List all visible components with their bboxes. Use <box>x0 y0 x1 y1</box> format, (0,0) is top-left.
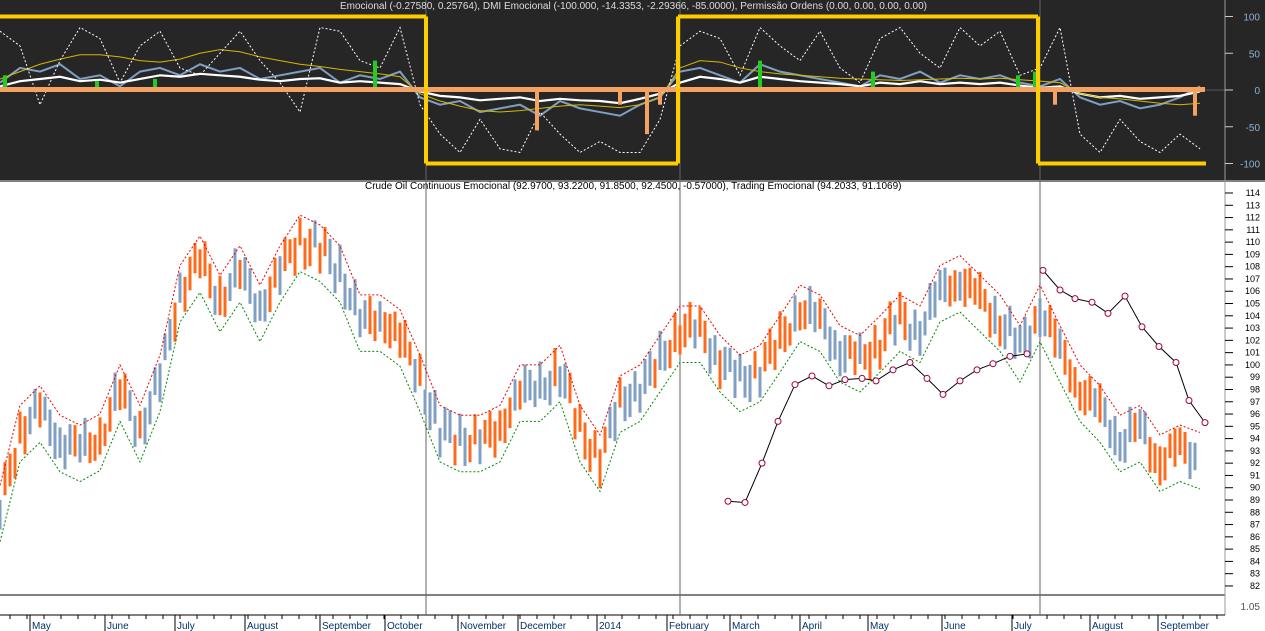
price-y-tick-label: 88 <box>1250 507 1260 517</box>
price-y-tick-label: 99 <box>1250 372 1260 382</box>
price-y-tick-label: 104 <box>1245 311 1260 321</box>
x-tick-label: 2014 <box>599 621 622 631</box>
trading-emocional-point <box>858 374 866 382</box>
x-tick-label: August <box>1092 621 1123 631</box>
x-tick-label: October <box>387 621 423 631</box>
price-y-tick-label: 84 <box>1250 556 1260 566</box>
price-y-tick-label: 108 <box>1245 262 1260 272</box>
x-tick-label: February <box>669 621 709 631</box>
price-y-tick-label: 101 <box>1245 348 1260 358</box>
trading-emocional-point <box>1201 419 1209 427</box>
price-y-tick-label: 110 <box>1246 237 1260 247</box>
price-y-tick-label: 114 <box>1246 188 1260 198</box>
trading-emocional-point <box>906 358 914 366</box>
price-y-tick-label: 97 <box>1250 397 1260 407</box>
trading-emocional-point <box>1172 358 1180 366</box>
x-tick-label: May <box>870 621 889 631</box>
histogram-bar <box>618 90 622 105</box>
price-y-tick-label: 100 <box>1245 360 1260 370</box>
oscillator-title: Emocional (-0.27580, 0.25764), DMI Emoci… <box>340 1 928 12</box>
price-y-tick-label: 82 <box>1250 581 1260 591</box>
trading-emocional-point <box>1071 295 1079 303</box>
x-tick-label: July <box>1014 621 1032 631</box>
price-y-tick-label: 87 <box>1250 520 1260 530</box>
price-y-tick-label: 111 <box>1246 225 1260 235</box>
x-tick-label: December <box>520 621 567 631</box>
osc-y-tick-label: 100 <box>1243 13 1260 24</box>
trading-emocional-point <box>956 377 964 385</box>
osc-y-tick-label: -100 <box>1240 160 1260 171</box>
trading-emocional-point <box>1023 350 1031 358</box>
price-y-tick-label: 98 <box>1250 384 1260 394</box>
orange-zero-band <box>0 87 1205 92</box>
trading-emocional-point <box>1056 286 1064 294</box>
trading-emocional-point <box>1006 352 1014 360</box>
trading-emocional-point <box>889 366 897 374</box>
price-y-tick-label: 92 <box>1250 458 1260 468</box>
trading-emocional-point <box>1039 266 1047 274</box>
x-tick-label: July <box>177 621 195 631</box>
trading-emocional-point <box>939 390 947 398</box>
price-y-tick-label: 103 <box>1245 323 1260 333</box>
price-y-tick-label: 91 <box>1250 470 1260 480</box>
price-y-tick-label: 112 <box>1246 213 1260 223</box>
histogram-bar <box>1053 90 1057 105</box>
histogram-bar <box>658 90 662 105</box>
lower-panel-label: 1.05 <box>1241 602 1261 613</box>
histogram-bar <box>645 90 649 135</box>
price-y-tick-label: 94 <box>1250 434 1260 444</box>
trading-emocional-point <box>741 498 749 506</box>
x-tick-label: June <box>944 621 966 631</box>
price-y-tick-label: 95 <box>1250 421 1260 431</box>
x-tick-label: June <box>107 621 129 631</box>
price-y-tick-label: 102 <box>1245 335 1260 345</box>
trading-emocional-point <box>1088 298 1096 306</box>
x-tick-label: November <box>460 621 507 631</box>
price-y-tick-label: 86 <box>1250 532 1260 542</box>
x-tick-label: April <box>802 621 822 631</box>
trading-emocional-point <box>724 497 732 505</box>
price-y-tick-label: 83 <box>1250 569 1260 579</box>
trading-emocional-point <box>973 366 981 374</box>
chart-canvas: 100 50 0 -50 -100 82 83 84 85 86 87 88 89 90 91 92 93 94 9… <box>0 0 1265 631</box>
trading-emocional-point <box>841 376 849 384</box>
osc-y-tick-label: 50 <box>1249 49 1261 60</box>
trading-emocional-point <box>872 377 880 385</box>
histogram-bar <box>758 60 762 90</box>
price-y-tick-label: 93 <box>1250 446 1260 456</box>
x-tick-label: September <box>1160 621 1210 631</box>
price-y-tick-label: 106 <box>1245 286 1260 296</box>
trading-emocional-point <box>758 459 766 467</box>
trading-emocional-point <box>1185 397 1193 405</box>
trading-emocional-point <box>923 374 931 382</box>
x-tick-label: May <box>32 621 51 631</box>
x-tick-label: March <box>732 621 760 631</box>
trading-emocional-point <box>808 372 816 380</box>
x-tick-label: September <box>322 621 372 631</box>
trading-emocional-point <box>1155 343 1163 350</box>
trading-emocional-point <box>791 381 799 389</box>
price-y-tick-label: 105 <box>1245 299 1260 309</box>
price-y-tick-label: 96 <box>1250 409 1260 419</box>
trading-emocional-point <box>1121 292 1129 300</box>
price-y-tick-label: 85 <box>1250 544 1260 554</box>
histogram-bar <box>1193 90 1197 116</box>
trading-emocional-point <box>1138 323 1146 331</box>
histogram-bar <box>373 60 377 90</box>
price-y-tick-label: 90 <box>1250 483 1260 493</box>
price-y-tick-label: 109 <box>1245 249 1260 259</box>
osc-y-tick-label: 0 <box>1254 86 1260 97</box>
histogram-bar <box>535 90 539 131</box>
trading-emocional-point <box>1104 309 1112 317</box>
price-y-tick-label: 113 <box>1246 200 1260 210</box>
price-y-tick-label: 107 <box>1245 274 1260 284</box>
osc-y-tick-label: -50 <box>1246 123 1261 134</box>
price-y-tick-label: 89 <box>1250 495 1260 505</box>
price-title: Crude Oil Continuous Emocional (92.9700,… <box>365 181 902 192</box>
trading-emocional-point <box>774 417 782 425</box>
trading-emocional-point <box>825 382 833 390</box>
trading-emocional-point <box>989 360 997 368</box>
x-tick-label: August <box>247 621 278 631</box>
